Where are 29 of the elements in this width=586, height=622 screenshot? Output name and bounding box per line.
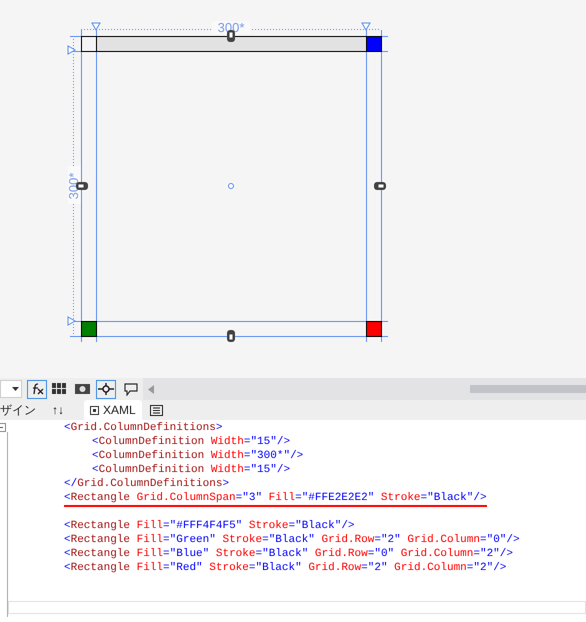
grid-rectangle: [81, 321, 97, 337]
crosshair-icon: [98, 383, 114, 395]
code-line: <Rectangle Fill="Red" Stroke="Black" Grid.Row="2" Grid.Column="2"/>: [64, 561, 506, 575]
caret-icon: [12, 387, 19, 391]
code-line: </Grid.ColumnDefinitions>: [64, 477, 230, 491]
function-icon: [30, 383, 44, 395]
lock-icon[interactable]: [227, 330, 235, 342]
code-line: <Grid.ColumnDefinitions>: [64, 421, 222, 435]
lock-icon[interactable]: [374, 182, 386, 190]
code-line: <Rectangle Fill="Blue" Stroke="Black" Grid.Row="0" Grid.Column="2"/>: [64, 547, 513, 561]
snap-button[interactable]: [96, 380, 116, 398]
xaml-tab[interactable]: XAML: [84, 400, 142, 420]
xaml-icon: [90, 406, 99, 414]
center-handle-icon[interactable]: [228, 183, 234, 189]
code-line: <Rectangle Fill="#FFF4F4F5" Stroke="Black"/>: [64, 519, 355, 533]
code-line: <ColumnDefinition Width="15"/>: [92, 463, 290, 477]
code-line: <Rectangle Fill="Green" Stroke="Black" Grid.Row="2" Grid.Column="0"/>: [64, 533, 520, 547]
formula-button[interactable]: [27, 380, 47, 398]
code-line: <ColumnDefinition Width="15"/>: [92, 435, 290, 449]
grid-icon[interactable]: [52, 383, 67, 395]
zoom-dropdown[interactable]: [0, 380, 22, 398]
document-icon: [150, 404, 164, 416]
grid-rectangle: [366, 321, 382, 337]
code-line: <ColumnDefinition Width="300*"/>: [92, 449, 304, 463]
code-line: <Rectangle Grid.ColumnSpan="3" Fill="#FFE2E2E2" Stroke="Black"/>: [64, 491, 487, 507]
snap-grid-icon[interactable]: [75, 383, 90, 395]
scrollbar-thumb[interactable]: [470, 385, 586, 393]
horizontal-scrollbar[interactable]: [143, 378, 586, 400]
comment-icon[interactable]: [124, 382, 138, 396]
